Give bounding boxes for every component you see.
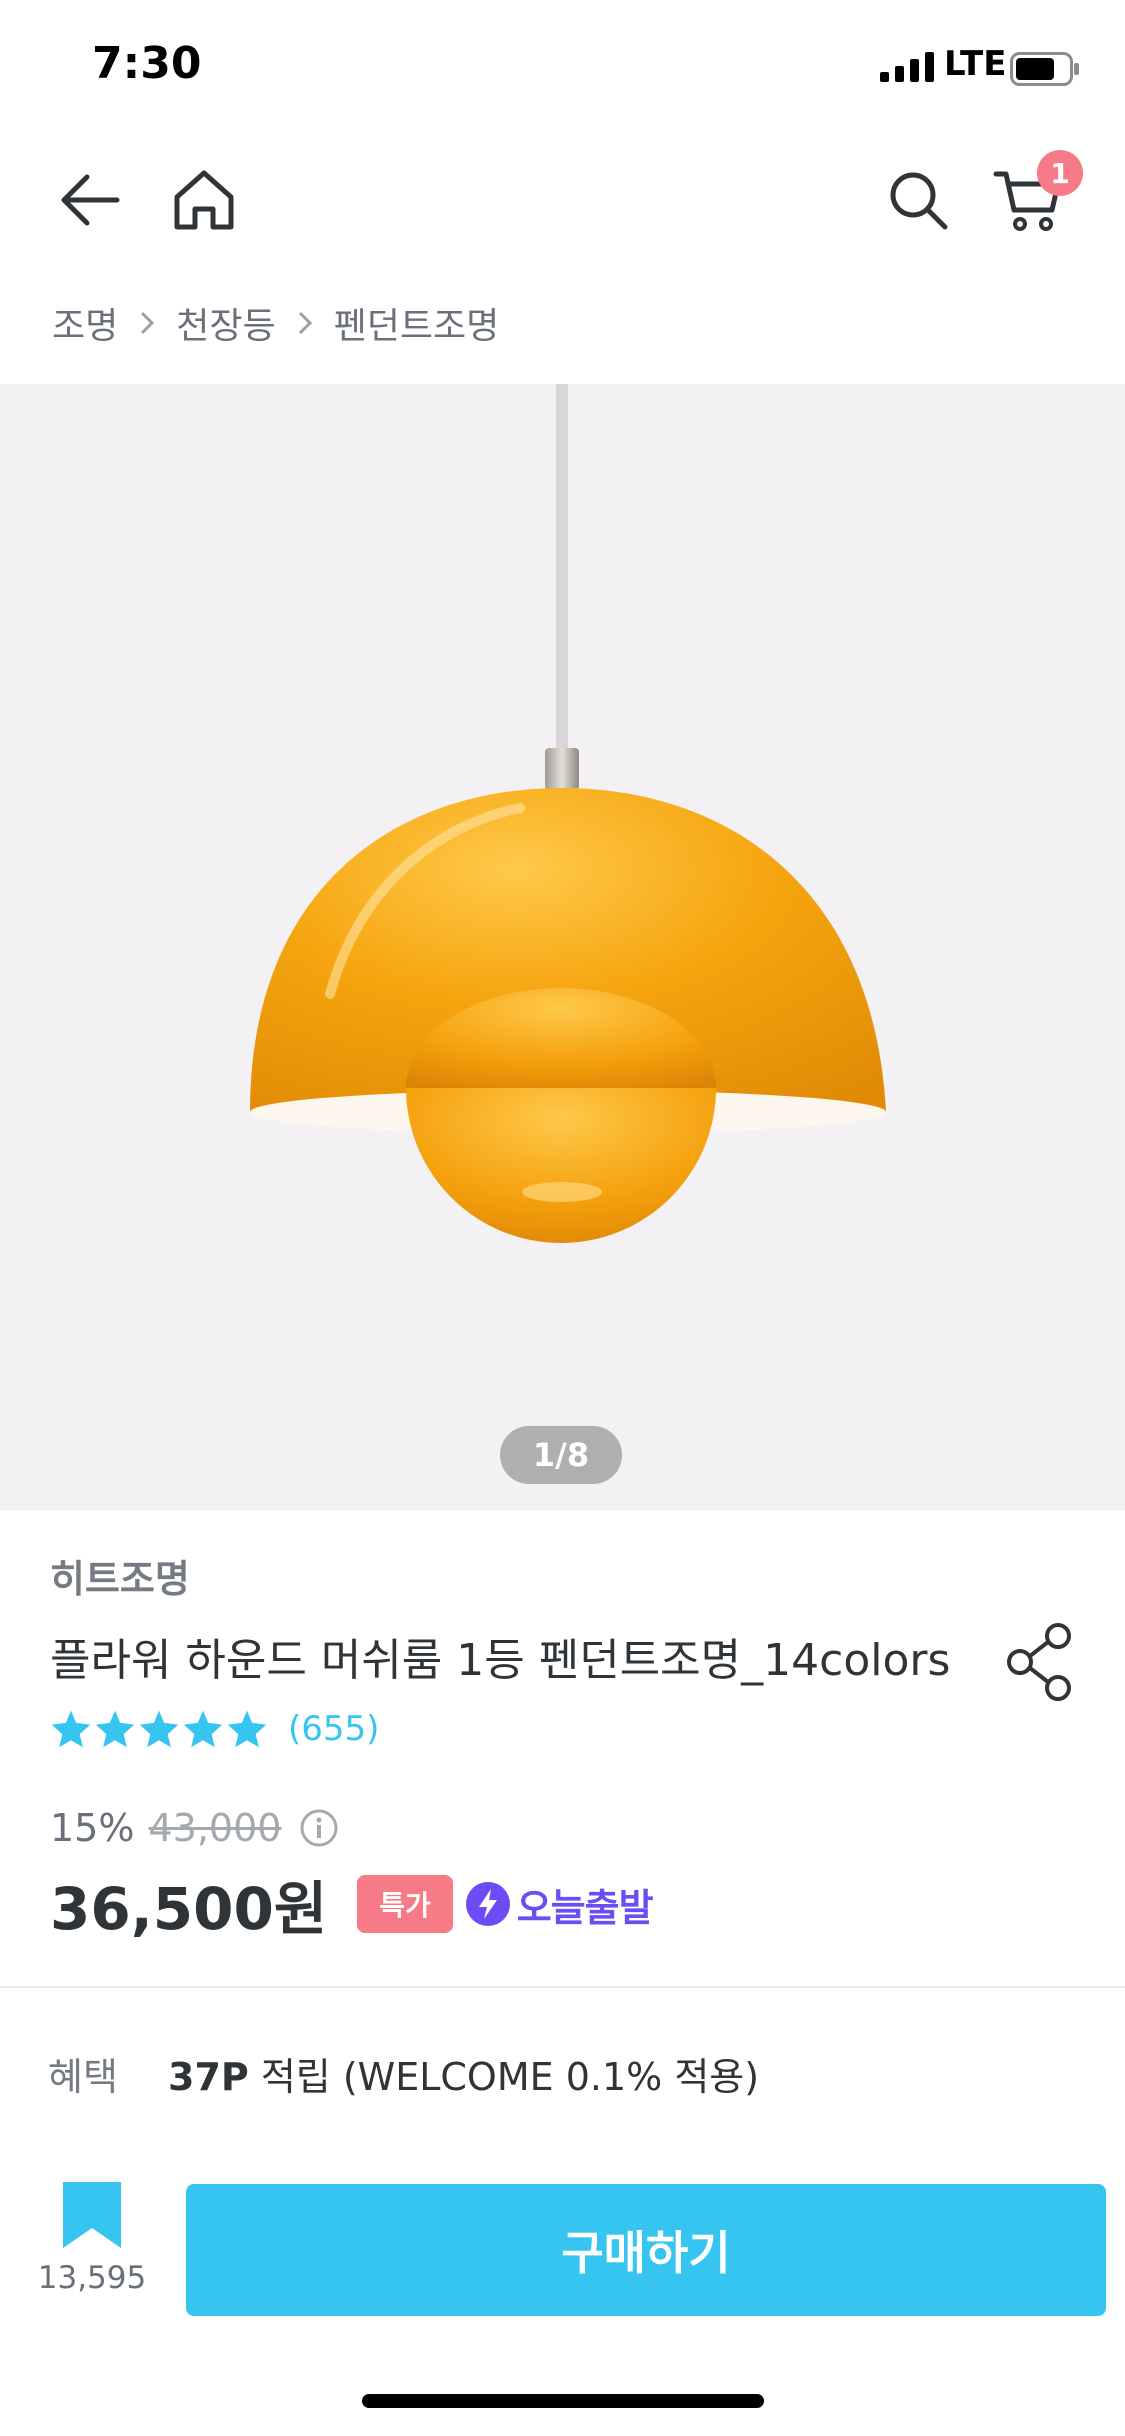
home-indicator	[362, 2394, 764, 2408]
top-nav	[0, 140, 1125, 260]
price-discount-row: 15% 43,000	[50, 1800, 339, 1856]
benefit-label: 혜택	[48, 2055, 118, 2099]
section-divider	[0, 1986, 1125, 1988]
breadcrumb-item[interactable]: 조명	[52, 297, 118, 349]
pendant-lamp-image	[250, 384, 886, 1243]
battery-icon	[1010, 52, 1079, 86]
benefit-points: 37P	[168, 2055, 249, 2099]
home-icon	[174, 170, 234, 230]
special-deal-badge: 특가	[357, 1875, 453, 1933]
back-button[interactable]	[48, 158, 132, 242]
home-button[interactable]	[162, 158, 246, 242]
star-icon	[51, 1710, 91, 1748]
product-image-gallery[interactable]	[0, 384, 1125, 1510]
sale-price: 36,500원	[50, 1875, 328, 1943]
today-shipping-label: 오늘출발	[516, 1885, 654, 1930]
image-counter: 1/8	[500, 1426, 622, 1484]
today-shipping-badge: 오늘출발	[465, 1877, 654, 1932]
brand-name[interactable]: 히트조명	[50, 1548, 190, 1603]
search-button[interactable]	[876, 158, 960, 242]
discount-rate: 15%	[50, 1806, 135, 1850]
share-button[interactable]	[1002, 1620, 1078, 1704]
benefit-detail: 37P 적립 (WELCOME 0.1% 적용)	[168, 2046, 759, 2101]
product-title: 플라워 하운드 머쉬룸 1등 펜던트조명_14colors	[50, 1635, 951, 1686]
bookmark-button[interactable]: 13,595	[30, 2180, 154, 2320]
breadcrumb-item[interactable]: 펜던트조명	[334, 297, 500, 349]
cart-count-badge: 1	[1037, 150, 1083, 196]
info-icon[interactable]	[299, 1808, 339, 1848]
buy-button[interactable]: 구매하기	[186, 2184, 1106, 2316]
breadcrumb: 조명 천장등 펜던트조명	[52, 298, 499, 348]
bookmark-icon	[63, 2182, 121, 2248]
star-rating	[50, 1709, 268, 1749]
share-icon	[1007, 1623, 1071, 1701]
rating[interactable]: (655)	[50, 1704, 379, 1754]
star-icon	[95, 1710, 135, 1748]
bookmark-count: 13,595	[37, 2260, 147, 2296]
chevron-right-icon	[138, 309, 156, 337]
status-time: 7:30	[92, 38, 202, 89]
signal-icon	[880, 52, 934, 82]
review-count[interactable]: (655)	[288, 1709, 379, 1749]
star-icon	[139, 1710, 179, 1748]
status-bar: 7:30 LTE	[0, 0, 1125, 132]
benefit-description: 적립 (WELCOME 0.1% 적용)	[248, 2055, 760, 2099]
original-price: 43,000	[148, 1806, 282, 1850]
price-row: 36,500원 특가 오늘출발	[50, 1866, 654, 1943]
network-type: LTE	[944, 44, 1007, 84]
lightning-icon	[465, 1882, 510, 1926]
back-arrow-icon	[61, 174, 120, 226]
star-icon	[227, 1710, 267, 1748]
star-icon	[183, 1710, 223, 1748]
breadcrumb-item[interactable]: 천장등	[176, 297, 275, 349]
chevron-right-icon	[296, 309, 314, 337]
search-icon	[890, 172, 948, 230]
